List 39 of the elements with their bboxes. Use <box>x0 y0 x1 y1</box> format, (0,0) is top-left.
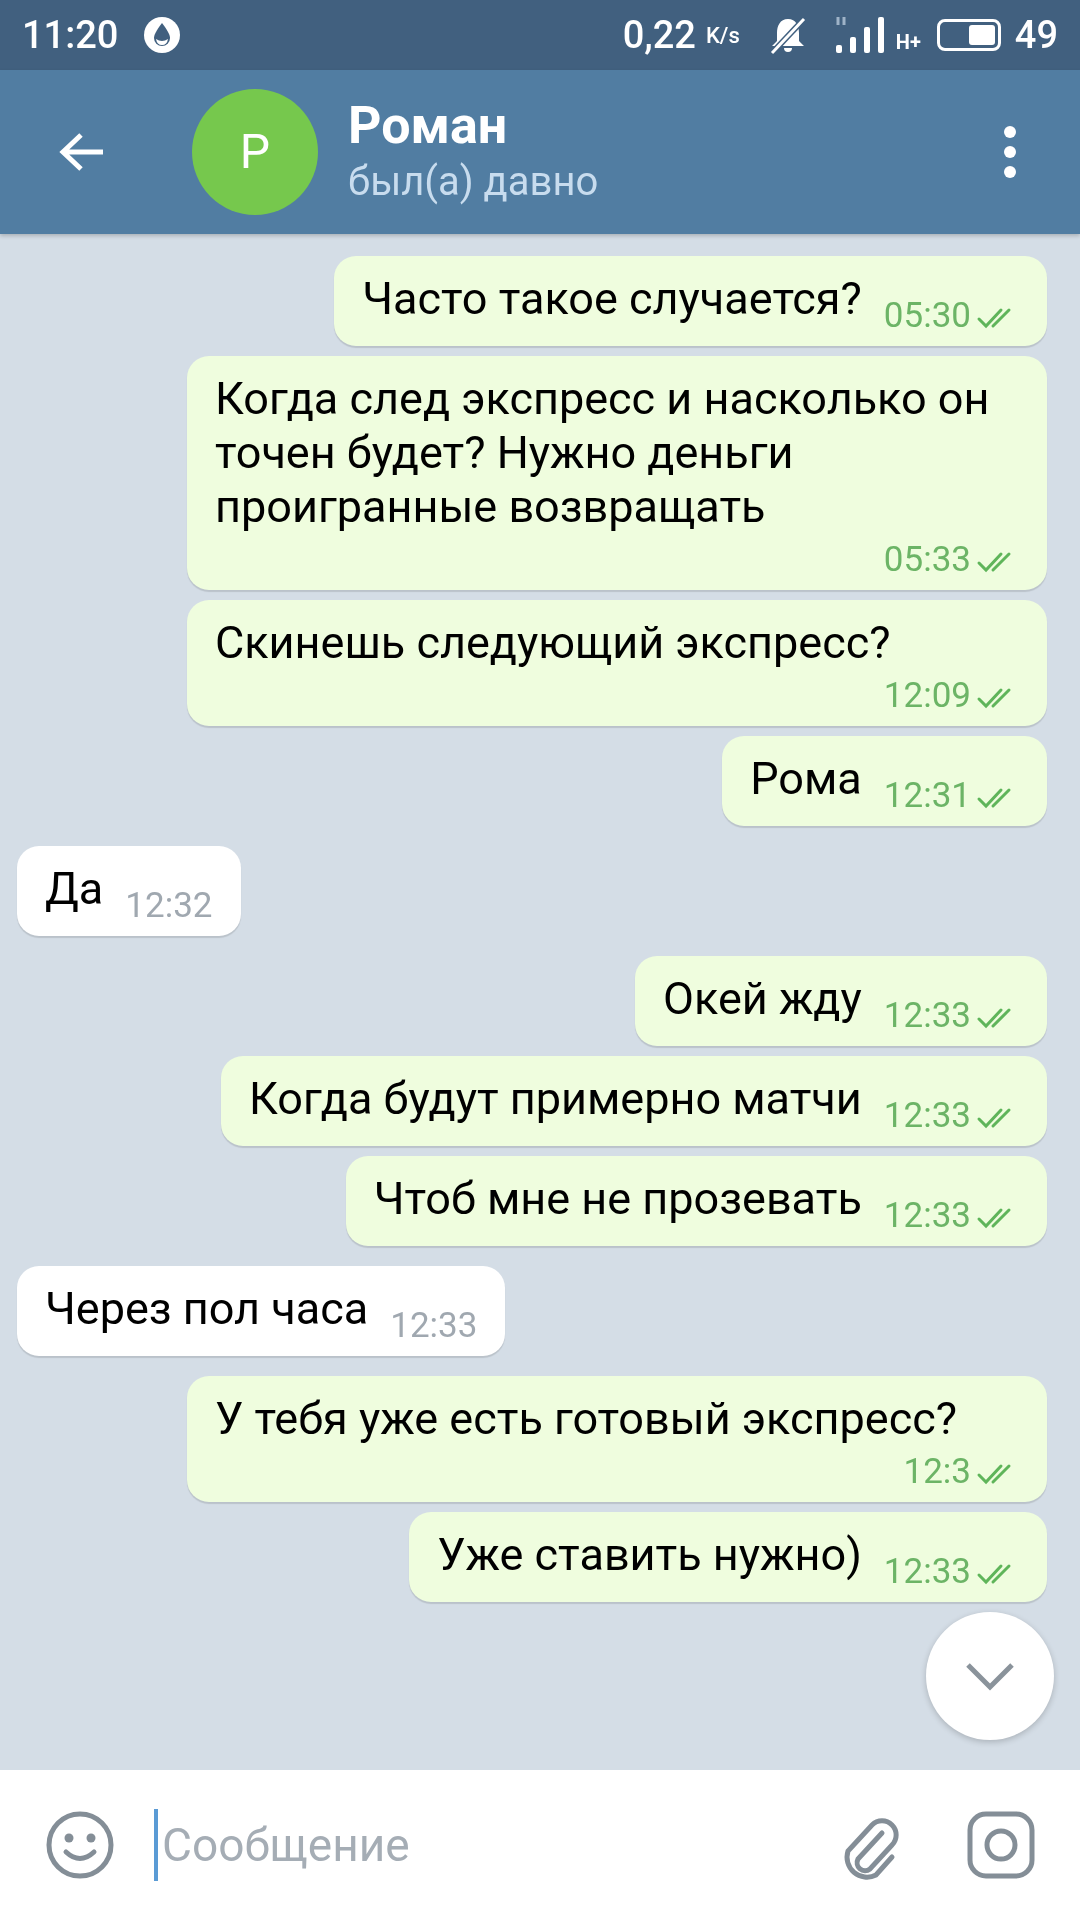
network-speed: 0,22 <box>622 11 696 59</box>
message-text: Чтоб мне не прозевать <box>373 1172 862 1226</box>
drop-icon <box>142 15 183 55</box>
message-time: 12:33 <box>883 1554 971 1590</box>
message-time: 12:3 <box>903 1454 971 1490</box>
message-input-bar[interactable]: Сообщение <box>0 1770 1080 1920</box>
message-text: Да <box>45 862 104 916</box>
battery-icon <box>936 19 1001 51</box>
battery-percent: 49 <box>1014 11 1058 59</box>
message-time: 05:30 <box>883 298 971 334</box>
message-text: Скинешь следующий экспресс? <box>215 616 891 670</box>
message-time: 12:33 <box>883 1098 971 1134</box>
text-cursor <box>154 1809 158 1881</box>
message-text: Когда будут примерно матчи <box>249 1072 862 1126</box>
message-text: Окей жду <box>662 972 862 1026</box>
message-time: 05:33 <box>883 542 971 578</box>
message-time: 12:09 <box>883 678 971 714</box>
clock: 11:20 <box>22 11 119 59</box>
message-text: У тебя уже есть готовый экспресс? <box>215 1392 958 1446</box>
smiley-icon[interactable] <box>44 1809 116 1881</box>
network-type: H+ <box>895 29 921 56</box>
message-text: Через пол часа <box>45 1282 369 1336</box>
message-text: Часто такое случается? <box>362 272 862 326</box>
message-time: 12:32 <box>125 888 213 924</box>
camera-icon[interactable] <box>966 1810 1036 1880</box>
message-input[interactable]: Сообщение <box>162 1809 816 1881</box>
message-text: Уже ставить нужно) <box>437 1528 862 1582</box>
chevron-down-icon <box>964 1661 1016 1691</box>
message-text: Когда след экспресс и насколько он точен будет? Нужно деньги проигранные возвращать <box>215 372 991 534</box>
contact-name: Роман <box>348 96 509 156</box>
message-time: 12:33 <box>883 998 971 1034</box>
last-seen-status: был(а) давно <box>348 157 599 207</box>
speed-unit: K/s <box>705 21 740 50</box>
message-text: Рома <box>750 752 862 806</box>
avatar[interactable]: Р <box>192 89 318 215</box>
message-time: 12:33 <box>883 1198 971 1234</box>
message-time: 12:33 <box>390 1308 478 1344</box>
more-icon <box>1003 125 1017 179</box>
message-time: 12:31 <box>883 778 971 814</box>
